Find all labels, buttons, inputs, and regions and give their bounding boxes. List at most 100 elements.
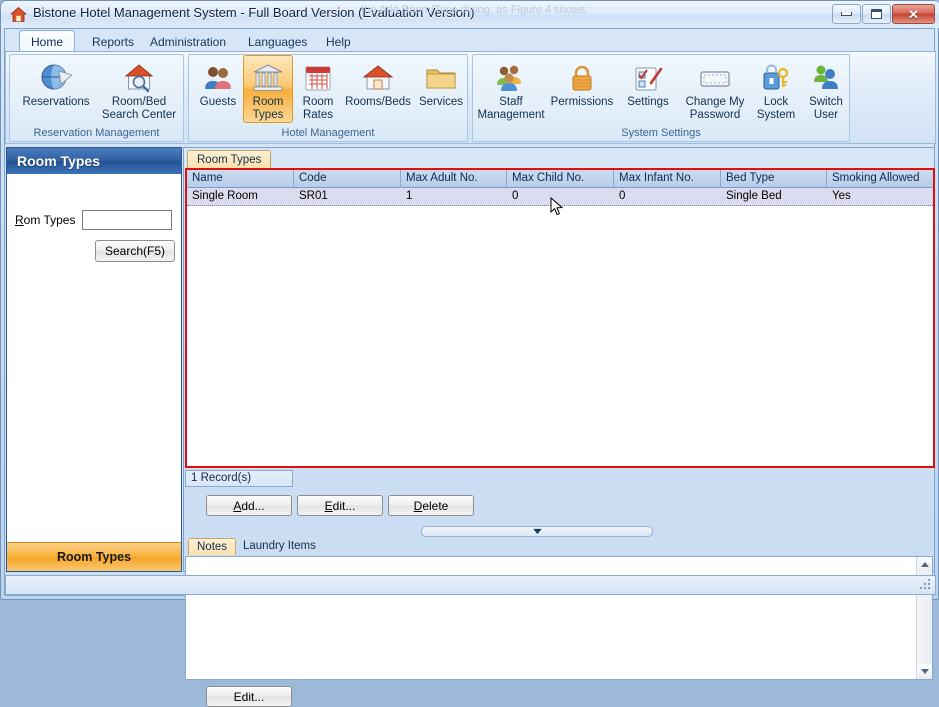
- ribbon-button-room-rates[interactable]: Room Rates: [293, 55, 343, 123]
- edit-button[interactable]: Edit...: [297, 495, 383, 516]
- edit-button-label: dit...: [332, 498, 356, 513]
- ribbon-group-label: Reservation Management: [33, 127, 160, 139]
- ribbon-button-reservations[interactable]: Reservations: [15, 55, 97, 110]
- close-icon: ✕: [908, 6, 919, 22]
- table-row[interactable]: Single Room SR01 1 0 0 Single Bed Yes: [187, 188, 933, 206]
- column-header-max-child-no[interactable]: Max Child No.: [507, 170, 614, 188]
- lock-key-icon: [759, 60, 793, 96]
- navigation-body: Rom Types Search(F5): [7, 174, 181, 541]
- ribbon-button-change-my-password[interactable]: Change My Password: [679, 55, 751, 123]
- scroll-up-button[interactable]: [917, 557, 932, 572]
- resize-grip-icon[interactable]: [918, 577, 932, 591]
- tab-laundry-items[interactable]: Laundry Items: [235, 538, 324, 555]
- tab-languages[interactable]: Languages: [237, 32, 318, 52]
- room-types-filter-input[interactable]: [82, 210, 173, 230]
- keyboard-icon: [698, 60, 732, 96]
- ribbon-button-label: Room Types: [252, 96, 284, 121]
- ribbon-button-label: Guests: [199, 96, 237, 108]
- tab-home[interactable]: Home: [19, 30, 76, 52]
- ribbon-button-label: Reservations: [22, 96, 90, 108]
- application-window: Bistone Hotel Management System - Full B…: [0, 0, 939, 707]
- menu-tab-strip: Home Reports Administration Languages He…: [5, 29, 936, 52]
- scroll-down-button[interactable]: [917, 664, 932, 679]
- room-types-filter-label: Rom Types: [15, 213, 75, 227]
- ribbon-button-permissions[interactable]: Permissions: [547, 55, 617, 110]
- ribbon-button-lock-system[interactable]: Lock System: [751, 55, 801, 123]
- ribbon-button-label: Rooms/Beds: [345, 96, 411, 108]
- ribbon-button-room-types[interactable]: Room Types: [243, 55, 293, 123]
- add-button-label: dd...: [241, 498, 265, 513]
- house-search-icon: [122, 60, 156, 96]
- cell-code: SR01: [299, 190, 328, 202]
- column-header-bed-type[interactable]: Bed Type: [721, 170, 827, 188]
- house-icon: [361, 60, 395, 96]
- ribbon-button-guests[interactable]: Guests: [193, 55, 243, 110]
- ribbon-button-services[interactable]: Services: [413, 55, 469, 110]
- room-types-filter-row: Rom Types: [15, 210, 173, 230]
- minimize-button[interactable]: [832, 4, 861, 24]
- maximize-button[interactable]: [862, 4, 891, 24]
- splitter-collapse-handle[interactable]: ▼: [421, 526, 653, 537]
- tab-notes[interactable]: Notes: [188, 538, 237, 555]
- ribbon-button-rooms-beds[interactable]: Rooms/Beds: [343, 55, 413, 110]
- notes-edit-button[interactable]: Edit...: [206, 686, 292, 707]
- navigation-header: Room Types: [7, 148, 181, 174]
- search-button[interactable]: Search(F5): [95, 240, 175, 262]
- splitter-bar: ▼: [185, 524, 934, 538]
- chevron-up-icon: [920, 562, 929, 567]
- bank-icon: [251, 60, 285, 96]
- ribbon-button-label: Lock System: [756, 96, 796, 121]
- column-header-code[interactable]: Code: [294, 170, 401, 188]
- add-button[interactable]: Add...: [206, 495, 292, 516]
- ribbon-button-label: Settings: [627, 96, 669, 108]
- tab-reports[interactable]: Reports: [81, 32, 145, 52]
- close-button[interactable]: ✕: [892, 4, 935, 24]
- nav-footer-room-types-button[interactable]: Room Types: [7, 542, 181, 571]
- ribbon-button-settings[interactable]: Settings: [617, 55, 679, 110]
- column-header-max-infant-no[interactable]: Max Infant No.: [614, 170, 721, 188]
- content-panel: Room Types Name Code Max Adult No. Max C…: [183, 147, 935, 707]
- globe-icon: [39, 60, 73, 96]
- ribbon-button-label: Room Rates: [302, 96, 334, 121]
- ribbon-button-room-bed-search-center[interactable]: Room/Bed Search Center: [97, 55, 181, 123]
- tab-administration[interactable]: Administration: [139, 32, 237, 52]
- delete-button-label: elete: [422, 498, 449, 513]
- room-types-grid: Name Code Max Adult No. Max Child No. Ma…: [185, 168, 935, 468]
- delete-button[interactable]: Delete: [388, 495, 474, 516]
- cell-max-infant-no: 0: [619, 190, 626, 202]
- checklist-pen-icon: [631, 60, 665, 96]
- grid-body: Single Room SR01 1 0 0 Single Bed Yes: [187, 188, 933, 466]
- column-header-max-adult-no[interactable]: Max Adult No.: [401, 170, 507, 188]
- ribbon-button-staff-management[interactable]: Staff Management: [475, 55, 547, 123]
- chevron-down-icon: ▼: [529, 526, 545, 536]
- record-count-label: 1 Record(s): [185, 470, 293, 487]
- accel-letter: D: [413, 498, 423, 513]
- padlock-icon: [565, 60, 599, 96]
- ribbon-button-switch-user[interactable]: Switch User: [801, 55, 851, 123]
- people-icon: [201, 60, 235, 96]
- column-header-smoking-allowed[interactable]: Smoking Allowed: [827, 170, 933, 188]
- chevron-down-icon: [920, 669, 929, 674]
- ribbon-group-label: System Settings: [621, 127, 701, 139]
- grid-action-bar: Add... Edit... Delete: [184, 490, 934, 522]
- tab-room-types[interactable]: Room Types: [187, 150, 272, 168]
- status-bar: [5, 575, 936, 595]
- ribbon-button-label: Permissions: [550, 96, 614, 108]
- ribbon-group-label: Hotel Management: [281, 127, 375, 139]
- switch-user-icon: [809, 60, 843, 96]
- window-controls: ✕: [831, 4, 935, 25]
- ribbon-group-system-settings: Staff Management Permissions Settings Ch…: [472, 54, 850, 142]
- ribbon-button-label: Room/Bed Search Center: [101, 96, 177, 121]
- group-icon: [494, 60, 528, 96]
- navigation-panel: Room Types Rom Types Search(F5) Room Typ…: [6, 147, 182, 572]
- content-tab-strip: Room Types: [184, 148, 934, 168]
- ribbon-button-label: Staff Management: [477, 96, 545, 121]
- cell-smoking-allowed: Yes: [832, 190, 851, 202]
- minimize-icon: [841, 12, 852, 16]
- maximize-icon: [871, 9, 882, 19]
- tab-help[interactable]: Help: [315, 32, 362, 52]
- column-header-name[interactable]: Name: [187, 170, 294, 188]
- cell-bed-type: Single Bed: [726, 190, 782, 202]
- ribbon-button-label: Services: [418, 96, 464, 108]
- window-title: Bistone Hotel Management System - Full B…: [33, 5, 475, 20]
